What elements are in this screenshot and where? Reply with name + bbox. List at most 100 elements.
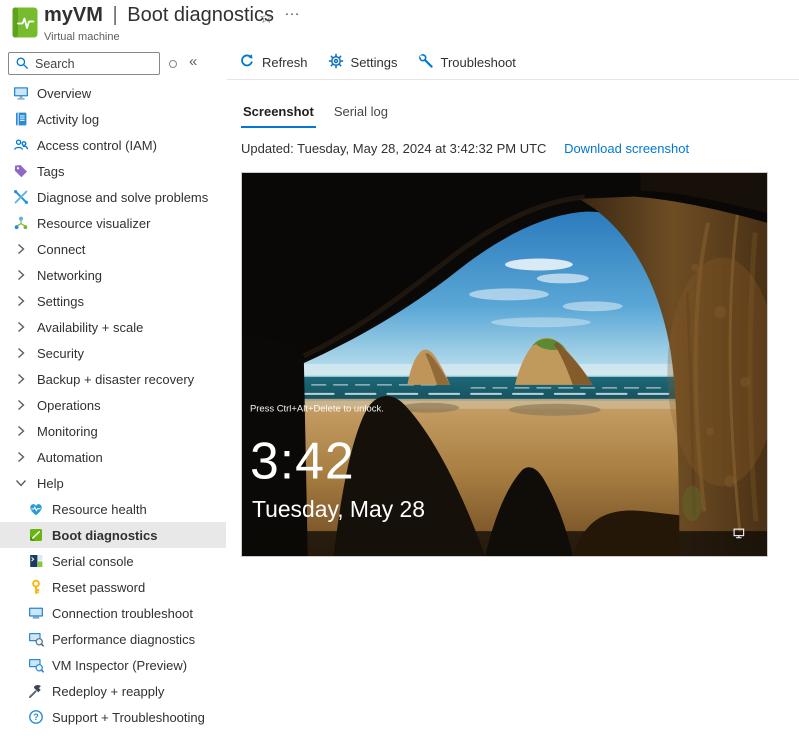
sidebar-item-security[interactable]: Security — [0, 340, 226, 366]
sidebar-item-resource-visualizer[interactable]: Resource visualizer — [0, 210, 226, 236]
sidebar-item-networking[interactable]: Networking — [0, 262, 226, 288]
sidebar-item-support-troubleshooting[interactable]: ? Support + Troubleshooting — [0, 704, 226, 730]
download-screenshot-link[interactable]: Download screenshot — [564, 141, 689, 156]
title-separator: | — [108, 4, 121, 26]
sidebar-item-resource-health[interactable]: Resource health — [0, 496, 226, 522]
gear-icon — [328, 53, 344, 72]
sidebar-item-label: Tags — [37, 164, 64, 179]
sidebar-item-label: Activity log — [37, 112, 99, 127]
page-name: Boot diagnostics — [127, 4, 274, 26]
sidebar-item-label: Boot diagnostics — [52, 528, 157, 543]
settings-button[interactable]: Settings — [328, 53, 398, 72]
lockscreen-unlock-text: Press Ctrl+Alt+Delete to unlock. — [250, 404, 384, 415]
chevron-right-icon — [13, 267, 29, 283]
sidebar-item-label: Monitoring — [37, 424, 98, 439]
sidebar-item-label: VM Inspector (Preview) — [52, 658, 187, 673]
troubleshoot-label: Troubleshoot — [441, 55, 516, 70]
tags-icon — [13, 163, 29, 179]
connection-troubleshoot-icon — [28, 605, 44, 621]
resource-name: myVM — [44, 4, 103, 26]
boot-diagnostics-icon — [28, 527, 44, 543]
refresh-button[interactable]: Refresh — [239, 53, 308, 72]
sidebar-nav: Overview Activity log Access control (IAM)… — [0, 80, 226, 730]
sidebar-item-reset-password[interactable]: Reset password — [0, 574, 226, 600]
vm-inspector-icon — [28, 657, 44, 673]
sidebar-item-label: Serial console — [52, 554, 134, 569]
sidebar-item-help[interactable]: Help — [0, 470, 226, 496]
support-icon: ? — [28, 709, 44, 725]
chevron-right-icon — [13, 449, 29, 465]
circle-indicator-icon[interactable] — [169, 60, 177, 68]
sidebar-item-connection-troubleshoot[interactable]: Connection troubleshoot — [0, 600, 226, 626]
sidebar-item-activity-log[interactable]: Activity log — [0, 106, 226, 132]
sidebar-item-label: Resource health — [52, 502, 147, 517]
chevron-right-icon — [13, 319, 29, 335]
refresh-icon — [239, 53, 255, 72]
sidebar-item-backup-disaster-recovery[interactable]: Backup + disaster recovery — [0, 366, 226, 392]
sidebar-item-automation[interactable]: Automation — [0, 444, 226, 470]
sidebar-item-label: Overview — [37, 86, 91, 101]
toolbar-divider — [227, 79, 799, 80]
sidebar-item-label: Networking — [37, 268, 102, 283]
sidebar-item-serial-console[interactable]: Serial console — [0, 548, 226, 574]
sidebar-item-availability-scale[interactable]: Availability + scale — [0, 314, 226, 340]
sidebar-item-connect[interactable]: Connect — [0, 236, 226, 262]
chevron-right-icon — [13, 293, 29, 309]
sidebar-item-label: Resource visualizer — [37, 216, 150, 231]
activity-log-icon — [13, 111, 29, 127]
chevron-right-icon — [13, 423, 29, 439]
sidebar-item-overview[interactable]: Overview — [0, 80, 226, 106]
access-control-icon — [13, 137, 29, 153]
sidebar-item-label: Support + Troubleshooting — [52, 710, 205, 725]
sidebar-item-label: Access control (IAM) — [37, 138, 157, 153]
resource-type-subtitle: Virtual machine — [44, 31, 120, 43]
sidebar-item-operations[interactable]: Operations — [0, 392, 226, 418]
sidebar-item-label: Redeploy + reapply — [52, 684, 164, 699]
more-options-icon[interactable]: … — [284, 2, 301, 20]
sidebar-item-vm-inspector-preview[interactable]: VM Inspector (Preview) — [0, 652, 226, 678]
sidebar-item-label: Connection troubleshoot — [52, 606, 193, 621]
sidebar-item-label: Settings — [37, 294, 84, 309]
troubleshoot-button[interactable]: Troubleshoot — [418, 53, 516, 72]
sea — [300, 376, 694, 402]
resource-health-icon — [28, 501, 44, 517]
sidebar-item-label: Help — [37, 476, 64, 491]
refresh-label: Refresh — [262, 55, 308, 70]
boot-diagnostics-resource-icon — [12, 7, 38, 38]
diagnose-icon — [13, 189, 29, 205]
lockscreen-time: 3:42 — [250, 431, 355, 489]
sidebar-item-label: Backup + disaster recovery — [37, 372, 194, 387]
sidebar-item-diagnose-and-solve-problems[interactable]: Diagnose and solve problems — [0, 184, 226, 210]
favorite-star-icon[interactable]: ☆ — [259, 8, 273, 28]
sidebar-item-boot-diagnostics[interactable]: Boot diagnostics — [0, 522, 226, 548]
sidebar-item-label: Performance diagnostics — [52, 632, 195, 647]
search-input[interactable] — [8, 52, 160, 75]
sidebar-item-performance-diagnostics[interactable]: Performance diagnostics — [0, 626, 226, 652]
chevron-down-icon — [13, 475, 29, 491]
command-bar: Refresh Settings Troubleshoot — [239, 53, 516, 72]
resource-visualizer-icon — [13, 215, 29, 231]
vm-boot-screenshot: Press Ctrl+Alt+Delete to unlock. 3:42 Tu… — [241, 172, 768, 557]
tab-serial-log[interactable]: Serial log — [332, 104, 390, 128]
performance-diagnostics-icon — [28, 631, 44, 647]
chevron-right-icon — [13, 397, 29, 413]
lockscreen-date: Tuesday, May 28 — [252, 496, 425, 522]
sidebar-search — [8, 52, 160, 75]
tab-screenshot[interactable]: Screenshot — [241, 104, 316, 128]
updated-timestamp: Updated: Tuesday, May 28, 2024 at 3:42:3… — [241, 141, 546, 156]
sidebar-item-label: Reset password — [52, 580, 145, 595]
collapse-sidebar-icon[interactable]: « — [189, 53, 197, 70]
tab-bar: Screenshot Serial log — [241, 104, 390, 128]
reset-password-icon — [28, 579, 44, 595]
sidebar-item-monitoring[interactable]: Monitoring — [0, 418, 226, 444]
updated-row: Updated: Tuesday, May 28, 2024 at 3:42:3… — [241, 141, 689, 156]
svg-text:?: ? — [33, 712, 39, 722]
overview-icon — [13, 85, 29, 101]
sidebar-item-access-control-iam[interactable]: Access control (IAM) — [0, 132, 226, 158]
sidebar-item-settings[interactable]: Settings — [0, 288, 226, 314]
sidebar-item-label: Security — [37, 346, 84, 361]
sidebar-item-tags[interactable]: Tags — [0, 158, 226, 184]
sidebar-item-redeploy-reapply[interactable]: Redeploy + reapply — [0, 678, 226, 704]
sidebar-item-label: Operations — [37, 398, 101, 413]
chevron-right-icon — [13, 345, 29, 361]
